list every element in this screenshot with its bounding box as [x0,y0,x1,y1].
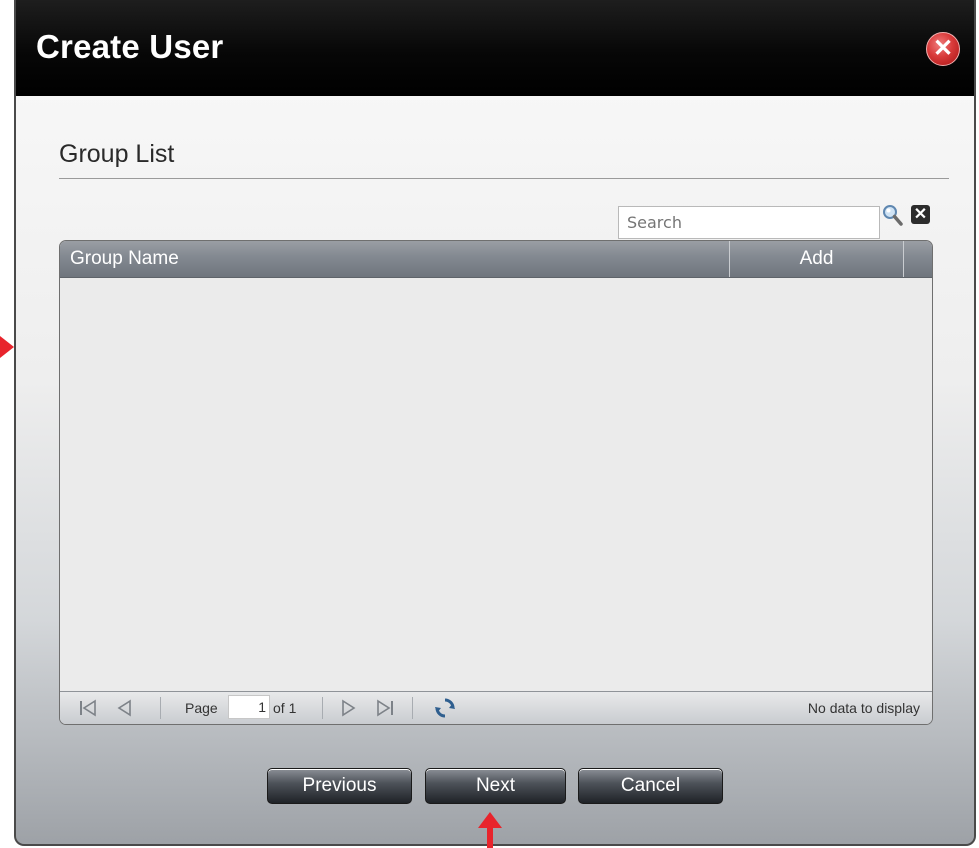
annotation-arrow-left [0,336,14,358]
grid-body [60,278,932,693]
grid-header: Group Name Add [60,241,932,278]
previous-button[interactable]: Previous [267,768,412,804]
grid-pager: Page of 1 [60,691,932,724]
group-list-grid: Group Name Add Page of 1 [59,240,933,725]
create-user-dialog: Create User ✕ Group List ✕ Group Name Ad… [14,0,976,846]
refresh-icon[interactable] [434,697,456,724]
clear-search-icon[interactable]: ✕ [911,205,930,224]
column-header-group-name[interactable]: Group Name [60,241,730,277]
dialog-title: Create User [36,28,224,65]
pager-separator [322,697,323,719]
page-number-input[interactable] [228,695,270,719]
section-divider [59,178,949,179]
next-page-icon[interactable] [340,699,358,722]
pager-separator [160,697,161,719]
cancel-button[interactable]: Cancel [578,768,723,804]
column-header-add[interactable]: Add [730,241,904,277]
first-page-icon[interactable] [78,699,98,722]
prev-page-icon[interactable] [115,699,133,722]
pager-status: No data to display [807,700,920,716]
page-count-label: of 1 [273,700,297,716]
last-page-icon[interactable] [375,699,395,722]
search-input[interactable] [618,206,880,239]
page-label: Page [185,700,218,716]
close-icon[interactable]: ✕ [926,32,960,66]
dialog-titlebar: Create User ✕ [16,0,974,96]
section-title: Group List [59,140,175,168]
search-icon[interactable] [882,204,904,228]
next-button[interactable]: Next [425,768,566,804]
pager-separator [412,697,413,719]
annotation-arrow-up-shaft [487,826,493,848]
